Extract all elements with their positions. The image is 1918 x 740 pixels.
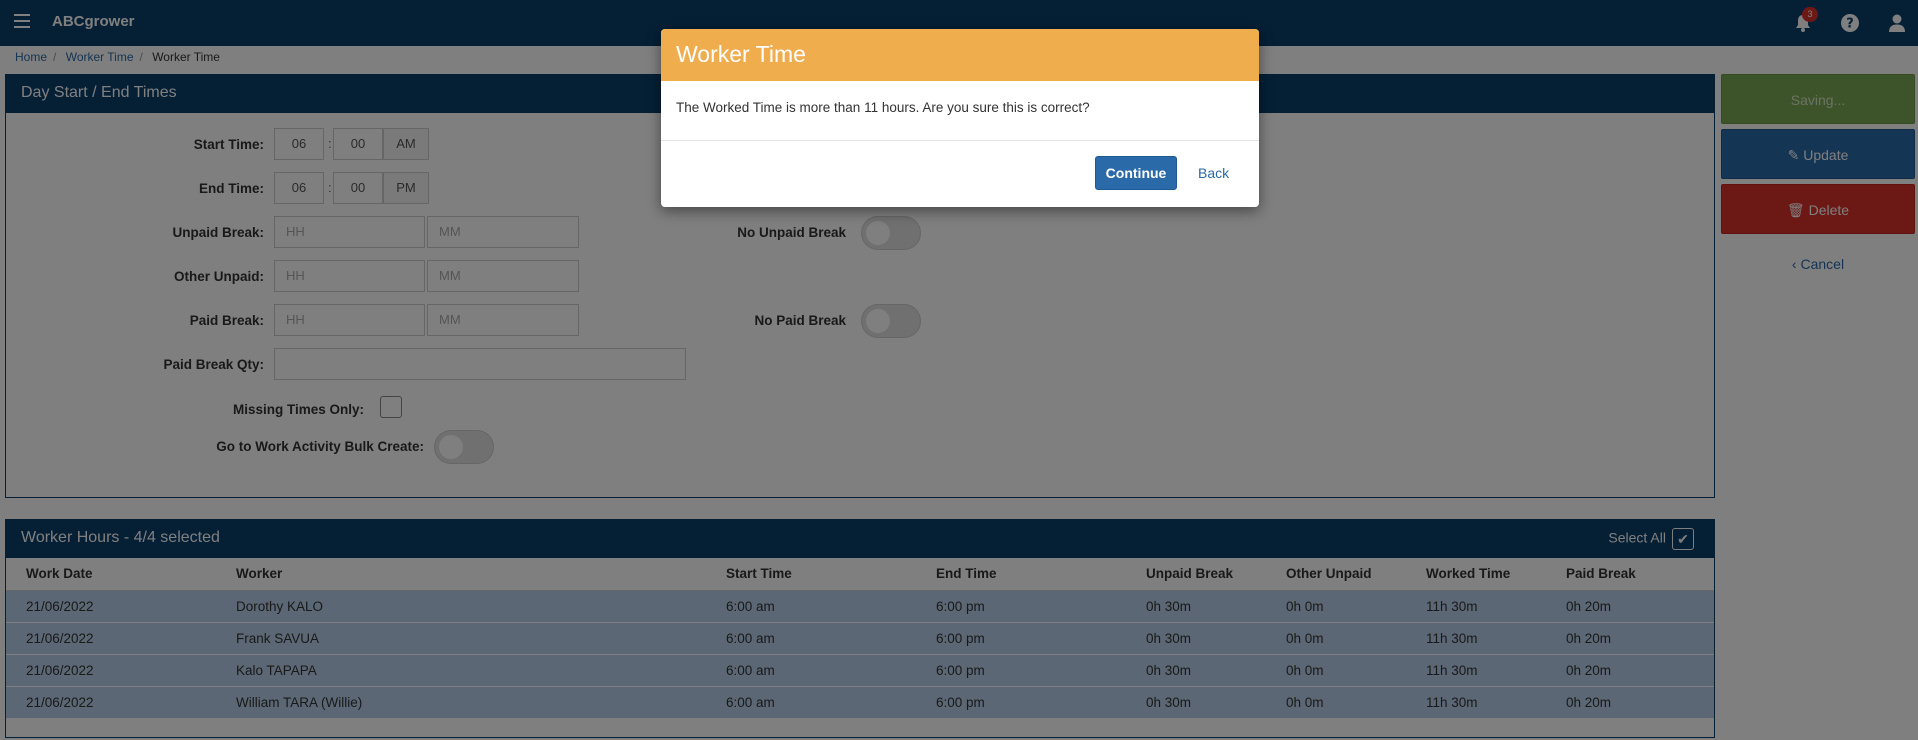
dialog-message: The Worked Time is more than 11 hours. A…: [661, 81, 1259, 141]
back-button[interactable]: Back: [1198, 156, 1229, 190]
dialog-title: Worker Time: [661, 29, 1259, 81]
dialog-footer: Continue Back: [661, 141, 1259, 207]
continue-button[interactable]: Continue: [1095, 156, 1177, 190]
confirm-dialog: Worker Time The Worked Time is more than…: [661, 29, 1259, 207]
